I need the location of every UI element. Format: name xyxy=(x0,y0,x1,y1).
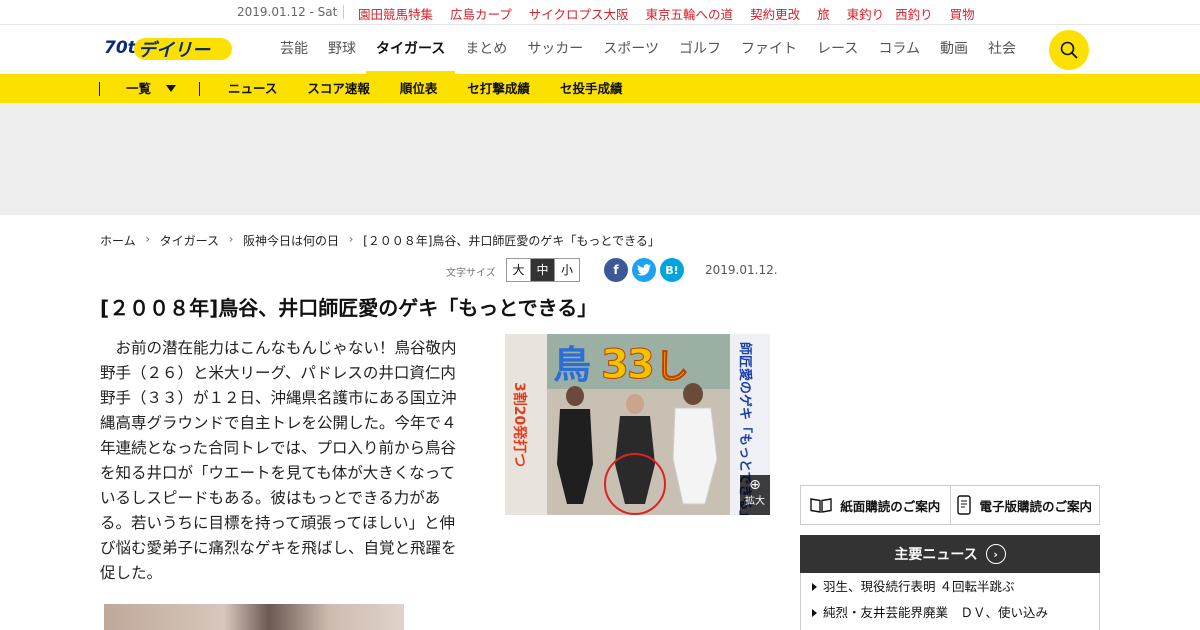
svg-text:3: 3 xyxy=(627,342,655,388)
subnav-pitching-stats[interactable]: セ投手成績 xyxy=(560,74,623,103)
smartphone-icon xyxy=(957,495,972,515)
top-links: 園田競馬特集 広島カープ サイクロプス大阪 東京五輪への道 契約更改 旅 東釣り… xyxy=(358,4,975,23)
digital-subscription-button[interactable]: 電子版購読のご案内 xyxy=(951,486,1100,524)
zoom-in-icon: ⊕ xyxy=(749,477,761,493)
tigers-sub-nav: 一覧 ニュース スコア速報 順位表 セ打撃成績 セ投手成績 xyxy=(0,74,1200,103)
top-bar: 2019.01.12 - Sat 園田競馬特集 広島カープ サイクロプス大阪 東… xyxy=(0,0,1200,25)
breadcrumb-current: [２００８年]鳥谷、井口師匠愛のゲキ「もっとできる」 xyxy=(363,234,660,248)
list-dropdown-label: 一覧 xyxy=(126,81,152,96)
search-button[interactable] xyxy=(1049,30,1089,70)
zoom-label: 拡大 xyxy=(745,496,765,507)
nav-race[interactable]: レース xyxy=(807,25,868,74)
ad-banner-area xyxy=(0,103,1200,215)
nav-tigers[interactable]: タイガース xyxy=(366,25,456,74)
svg-text:鳥: 鳥 xyxy=(553,343,591,387)
paper-subscription-label: 紙面購読のご案内 xyxy=(840,498,941,514)
daily-logo[interactable]: 70th デイリー xyxy=(104,35,236,63)
article-body: お前の潜在能力はこんなもんじゃない！鳥谷敬内野手（２６）と米大リーグ、パドレスの… xyxy=(100,339,457,582)
zoom-button[interactable]: ⊕ 拡大 xyxy=(740,475,770,515)
news-item[interactable]: 羽生、現役続行表明 ４回転半跳ぶ xyxy=(801,575,1099,599)
top-link-cyclops-osaka[interactable]: サイクロプス大阪 xyxy=(529,4,629,23)
top-link-contract-renewal[interactable]: 契約更改 xyxy=(750,4,800,23)
facebook-share-button[interactable]: f xyxy=(604,258,628,282)
share-buttons: f B! xyxy=(604,258,684,282)
main-news-list: 羽生、現役続行表明 ４回転半跳ぶ 純烈・友井芸能界廃業 ＤＶ、使い込み xyxy=(800,573,1100,630)
subnav-divider xyxy=(99,82,100,96)
main-news-title: 主要ニュース xyxy=(894,547,978,563)
svg-text:し: し xyxy=(655,347,689,387)
subnav-links: ニュース スコア速報 順位表 セ打撃成績 セ投手成績 xyxy=(228,74,652,103)
article-photo[interactable]: 鳥 3 3 し 師匠愛のゲキ「もっとできる」 3割20発打つ xyxy=(505,334,770,515)
breadcrumb: ホーム › タイガース › 阪神今日は何の日 › [２００８年]鳥谷、井口師匠愛… xyxy=(100,232,660,249)
chevron-right-icon: › xyxy=(228,232,234,246)
top-link-sonoda-keiba[interactable]: 園田競馬特集 xyxy=(358,4,433,23)
subnav-standings[interactable]: 順位表 xyxy=(400,74,438,103)
top-bar-divider xyxy=(343,5,344,19)
top-link-hiroshima-carp[interactable]: 広島カープ xyxy=(450,4,512,23)
article-title: [２００８年]鳥谷、井口師匠愛のゲキ「もっとできる」 xyxy=(100,296,598,320)
digital-subscription-label: 電子版購読のご案内 xyxy=(979,498,1092,514)
subnav-divider xyxy=(199,82,200,96)
svg-text:デイリー: デイリー xyxy=(138,40,211,61)
font-size-medium[interactable]: 中 xyxy=(531,259,555,281)
caret-down-icon xyxy=(166,85,176,92)
site-header: 70th デイリー 芸能 野球 タイガース まとめ サッカー スポーツ ゴルフ … xyxy=(0,25,1200,74)
subnav-news[interactable]: ニュース xyxy=(228,74,277,103)
nav-sports[interactable]: スポーツ xyxy=(593,25,669,74)
news-item[interactable]: 純烈・友井芸能界廃業 ＤＶ、使い込み xyxy=(801,601,1099,625)
chevron-right-icon: › xyxy=(348,232,354,246)
top-link-west-fishing[interactable]: 西釣り xyxy=(895,4,933,23)
search-icon xyxy=(1060,41,1078,59)
font-size-large[interactable]: 大 xyxy=(507,259,531,281)
breadcrumb-tigers[interactable]: タイガース xyxy=(160,232,219,249)
newspaper-photo-illustration: 鳥 3 3 し 師匠愛のゲキ「もっとできる」 3割20発打つ xyxy=(505,334,770,515)
open-book-icon xyxy=(810,498,832,513)
hatena-icon: B! xyxy=(665,263,679,277)
nav-column[interactable]: コラム xyxy=(868,25,930,74)
chevron-right-icon: › xyxy=(145,232,151,246)
hatena-bookmark-button[interactable]: B! xyxy=(660,258,684,282)
svg-text:3割20発打つ: 3割20発打つ xyxy=(511,382,528,467)
second-article-photo xyxy=(104,604,404,630)
twitter-icon xyxy=(637,264,651,276)
nav-society[interactable]: 社会 xyxy=(978,25,1026,74)
daily-logo-icon: 70th デイリー xyxy=(104,38,232,61)
top-link-east-fishing[interactable]: 東釣り xyxy=(847,4,885,23)
svg-text:3: 3 xyxy=(601,342,629,388)
top-link-tokyo-olympics[interactable]: 東京五輪への道 xyxy=(646,4,734,23)
font-size-label: 文字サイズ xyxy=(446,268,496,279)
current-date: 2019.01.12 - Sat xyxy=(237,5,338,19)
circle-chevron-right-icon: › xyxy=(985,544,1006,564)
font-size-small[interactable]: 小 xyxy=(555,259,579,281)
nav-soccer[interactable]: サッカー xyxy=(517,25,593,74)
subnav-score[interactable]: スコア速報 xyxy=(307,74,370,103)
list-dropdown[interactable]: 一覧 xyxy=(126,74,176,103)
nav-fight[interactable]: ファイト xyxy=(731,25,807,74)
subnav-batting-stats[interactable]: セ打撃成績 xyxy=(467,74,530,103)
article-date: 2019.01.12. xyxy=(705,263,778,277)
nav-entertainment[interactable]: 芸能 xyxy=(270,25,318,74)
font-size-selector: 大 中 小 xyxy=(506,258,580,282)
top-link-shopping[interactable]: 買物 xyxy=(950,4,975,23)
main-nav: 芸能 野球 タイガース まとめ サッカー スポーツ ゴルフ ファイト レース コ… xyxy=(270,25,1026,74)
breadcrumb-today-in-history[interactable]: 阪神今日は何の日 xyxy=(243,232,339,249)
paper-subscription-button[interactable]: 紙面購読のご案内 xyxy=(801,486,951,524)
nav-matome[interactable]: まとめ xyxy=(455,25,517,74)
top-link-travel[interactable]: 旅 xyxy=(817,4,830,23)
facebook-icon: f xyxy=(613,263,619,277)
nav-baseball[interactable]: 野球 xyxy=(318,25,366,74)
twitter-share-button[interactable] xyxy=(632,258,656,282)
subscription-links: 紙面購読のご案内 電子版購読のご案内 xyxy=(800,485,1100,525)
breadcrumb-home[interactable]: ホーム xyxy=(100,232,136,249)
nav-video[interactable]: 動画 xyxy=(930,25,978,74)
main-news-heading[interactable]: 主要ニュース › xyxy=(800,535,1100,573)
nav-golf[interactable]: ゴルフ xyxy=(669,25,731,74)
